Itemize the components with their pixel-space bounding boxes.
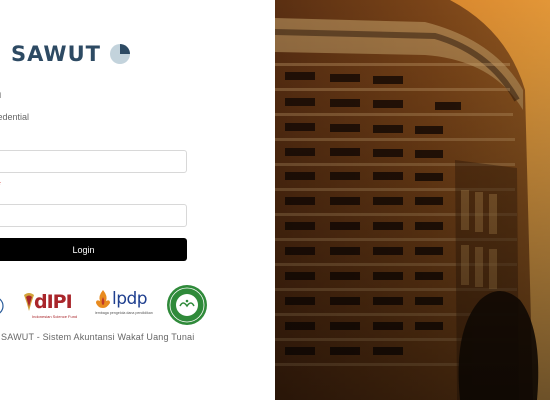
- partner-logos: dIPI Indonesian Science Fund lpdp lembag…: [0, 283, 275, 328]
- username-input[interactable]: [0, 150, 187, 173]
- required-mark: *: [0, 180, 1, 191]
- dipi-text: dIPI: [34, 291, 73, 313]
- halal-logo-icon: [167, 285, 207, 325]
- lpdp-text: lpdp: [112, 289, 148, 309]
- login-subtitle: credential: [0, 112, 30, 122]
- brand-logo: SAWUT: [11, 42, 131, 66]
- login-panel: SAWUT n credential * Login dIPI Indonesi…: [0, 0, 275, 400]
- university-logo-icon: [0, 298, 4, 314]
- lpdp-sub: lembaga pengelola dana pendidikan: [95, 311, 153, 315]
- lpdp-flame-icon: [96, 290, 110, 308]
- password-input[interactable]: [0, 204, 187, 227]
- login-button[interactable]: Login: [0, 238, 187, 261]
- hero-photo: [275, 0, 550, 400]
- brand-name: SAWUT: [11, 42, 101, 66]
- brand-circle-icon: [109, 44, 130, 64]
- footer-text: SAWUT - Sistem Akuntansi Wakaf Uang Tuna…: [1, 332, 195, 342]
- dipi-sub: Indonesian Science Fund: [32, 314, 78, 319]
- dipi-logo: dIPI Indonesian Science Fund: [22, 289, 88, 321]
- building-sunset-image: [275, 0, 550, 400]
- lpdp-logo: lpdp lembaga pengelola dana pendidikan: [95, 289, 159, 319]
- login-heading: n: [0, 86, 1, 101]
